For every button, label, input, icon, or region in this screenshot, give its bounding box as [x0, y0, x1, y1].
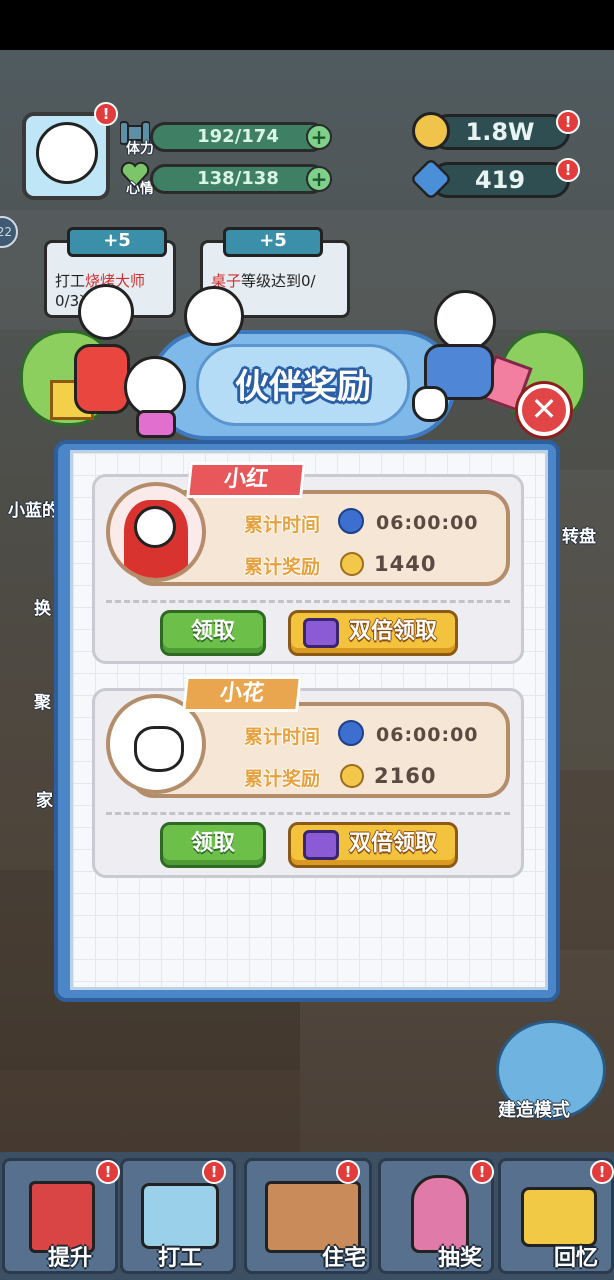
cat-icon [412, 386, 448, 422]
tab-memory-label: 回忆 [553, 1246, 598, 1271]
gem-value: 419 [474, 166, 526, 194]
companion-2-reward-value: 2160 [374, 764, 437, 788]
camera-icon [521, 1187, 597, 1247]
tab-home-label: 住宅 [321, 1246, 366, 1271]
companion-2-name: 小花 [182, 676, 302, 712]
tab-memory-badge: ! [590, 1160, 614, 1184]
divider [106, 812, 510, 815]
gold-alert-badge: ! [556, 110, 580, 134]
companion-1-double-label: 双倍领取 [349, 619, 438, 644]
character-pink-body [136, 410, 176, 438]
side-item-2[interactable]: 换 [34, 594, 51, 619]
companion-1-time-label: 累计时间 [244, 514, 321, 536]
tab-work-badge: ! [202, 1160, 226, 1184]
build-mode-label: 建造模式 [498, 1100, 570, 1121]
companion-1-claim-button[interactable]: 领取 [160, 610, 266, 656]
coin-icon [340, 552, 364, 576]
companion-2-time-value: 06:00:00 [376, 724, 479, 746]
companion-2-time-label: 累计时间 [244, 726, 321, 748]
task-2-reward: +5 [223, 227, 323, 257]
clock-icon [338, 720, 364, 746]
companion-1-name: 小红 [186, 462, 306, 498]
character-red-body [74, 344, 130, 414]
companion-1-reward-value: 1440 [374, 552, 437, 576]
task-2-text: 等级达到0/ [241, 272, 316, 290]
video-ad-icon [303, 830, 339, 860]
stamina-add-button[interactable]: + [306, 124, 332, 150]
mood-bar: 138/138 [150, 164, 326, 194]
tab-gacha-badge: ! [470, 1160, 494, 1184]
companion-2-claim-button[interactable]: 领取 [160, 822, 266, 868]
gold-value: 1.8W [465, 118, 535, 146]
avatar-alert-badge: ! [94, 102, 118, 126]
gold-counter: 1.8W [430, 114, 570, 150]
coin-icon [340, 764, 364, 788]
clock-icon [338, 508, 364, 534]
companion-1-name-text: 小红 [222, 467, 270, 492]
side-item-3[interactable]: 聚 [34, 688, 51, 713]
video-ad-icon [303, 618, 339, 648]
companion-2-double-label: 双倍领取 [349, 831, 438, 856]
side-item-1[interactable]: 小蓝的 [8, 496, 59, 521]
companion-1-double-claim-button[interactable]: 双倍领取 [288, 610, 458, 656]
tab-home-badge: ! [336, 1160, 360, 1184]
gem-alert-badge: ! [556, 158, 580, 182]
mood-add-button[interactable]: + [306, 166, 332, 192]
close-button[interactable]: ✕ [518, 384, 570, 436]
mood-value: 138/138 [197, 168, 279, 189]
tab-upgrade-label: 提升 [47, 1246, 92, 1271]
character-peeking [184, 286, 246, 346]
task-1-reward: +5 [67, 227, 167, 257]
stamina-value: 192/174 [197, 126, 279, 147]
player-avatar[interactable] [22, 112, 110, 200]
companion-1-reward-label: 累计奖励 [244, 556, 321, 578]
side-item-wheel[interactable]: 转盘 [562, 522, 596, 547]
coin-icon [412, 112, 450, 150]
tab-upgrade-badge: ! [96, 1160, 120, 1184]
character-red-shirt [76, 284, 136, 344]
tab-gacha-label: 抽奖 [437, 1246, 482, 1271]
stamina-bar: 192/174 [150, 122, 326, 152]
dialog-title: 伙伴奖励 [235, 367, 371, 407]
tab-work-label: 打工 [157, 1246, 202, 1271]
divider [106, 600, 510, 603]
side-item-4[interactable]: 家 [36, 786, 53, 811]
gem-counter: 419 [430, 162, 570, 198]
companion-2-reward-label: 累计奖励 [244, 768, 321, 790]
companion-1-time-value: 06:00:00 [376, 512, 479, 534]
companion-2-name-text: 小花 [218, 681, 266, 706]
companion-2-double-claim-button[interactable]: 双倍领取 [288, 822, 458, 868]
